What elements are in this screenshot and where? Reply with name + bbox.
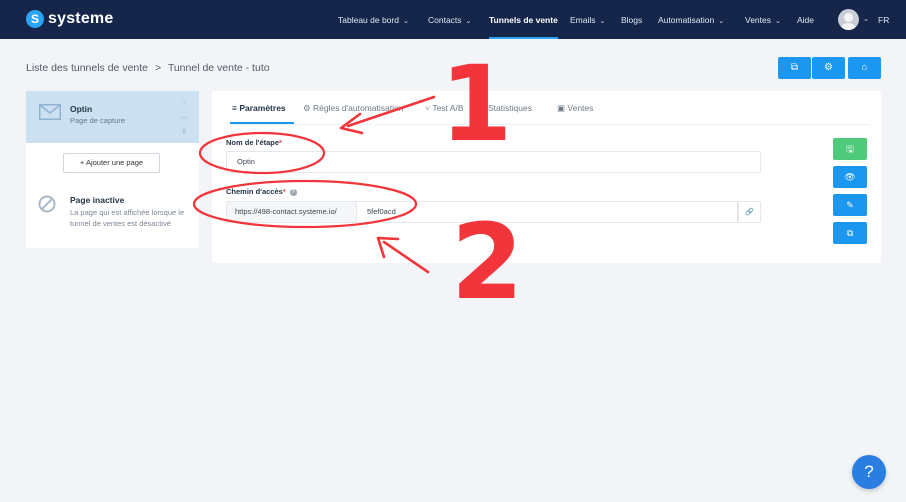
link-icon: 🔗	[745, 209, 754, 216]
chevron-down-icon: ⌄	[775, 18, 781, 25]
brand-logo[interactable]: S systeme	[26, 10, 113, 28]
preview-button[interactable]: 👁	[833, 166, 867, 188]
nav-label: Aide	[797, 15, 815, 25]
breadcrumb-separator: >	[154, 62, 162, 74]
nav-label: Emails	[570, 15, 596, 25]
tunnel-settings-button[interactable]: ⚙	[812, 57, 845, 79]
nav-label: Ventes	[745, 15, 771, 25]
nav-tableau-de-bord[interactable]: Tableau de bord ⌄	[338, 0, 409, 39]
save-button[interactable]: 🖫	[833, 138, 867, 160]
active-tab-indicator	[230, 122, 294, 124]
chevron-down-icon: ⌄	[599, 18, 606, 25]
nav-contacts[interactable]: Contacts ⌄	[428, 0, 471, 39]
label-text: Nom de l'étape	[226, 138, 280, 147]
user-avatar[interactable]	[838, 9, 859, 30]
ban-icon	[38, 195, 56, 213]
chevron-down-icon[interactable]: ⌄	[863, 0, 869, 40]
help-icon[interactable]: ?	[289, 189, 297, 196]
nav-tunnels-de-vente[interactable]: Tunnels de vente	[489, 0, 558, 39]
tab-label: Ventes	[567, 103, 594, 113]
step-settings-panel: ≡ Paramètres ⚙ Règles d'automatisation ⑂…	[212, 91, 881, 263]
nav-emails[interactable]: Emails ⌄	[570, 0, 605, 39]
tab-label: Règles d'automatisation	[313, 103, 404, 113]
tabs-divider	[230, 124, 870, 125]
link-icon[interactable]: ⚯	[180, 115, 188, 123]
path-domain-prefix: https://498-contact.systeme.io/	[226, 201, 357, 223]
step-name-label: Nom de l'étape*	[226, 138, 282, 147]
language-selector[interactable]: FR	[878, 0, 889, 40]
external-link-icon: ⧉	[790, 62, 799, 73]
duplicate-button[interactable]: ⧉	[833, 222, 867, 244]
inactive-page-title[interactable]: Page inactive	[70, 195, 124, 205]
tab-ventes[interactable]: ▣ Ventes	[557, 103, 593, 114]
annotation-number-two: 2	[451, 201, 524, 323]
tab-parametres[interactable]: ≡ Paramètres	[232, 103, 286, 113]
step-subtitle: Page de capture	[70, 116, 126, 125]
help-icon[interactable]: ?	[180, 101, 188, 109]
nav-label: Automatisation	[658, 15, 715, 25]
nav-aide[interactable]: Aide	[797, 0, 814, 39]
chevron-down-icon: ⌄	[402, 18, 409, 25]
chevron-down-icon: ⌄	[465, 18, 472, 25]
required-mark: *	[282, 187, 286, 196]
trash-icon[interactable]: ▮	[180, 128, 188, 136]
step-card-optin[interactable]: Optin Page de capture ? ⚯ ▮	[26, 91, 199, 143]
gear-icon: ⚙	[824, 62, 833, 73]
copy-link-button[interactable]: 🔗	[738, 201, 761, 223]
path-label: Chemin d'accès*?	[226, 187, 297, 196]
tab-regles-automatisation[interactable]: ⚙ Règles d'automatisation	[303, 103, 403, 114]
copy-icon: ⧉	[846, 228, 854, 238]
split-icon: ⑂	[425, 103, 431, 113]
label-text: Chemin d'accès	[226, 187, 283, 196]
list-icon: ≡	[232, 103, 237, 113]
nav-automatisation[interactable]: Automatisation ⌄	[658, 0, 724, 39]
breadcrumb-parent-link[interactable]: Liste des tunnels de vente	[26, 62, 148, 74]
step-title: Optin	[70, 104, 93, 114]
annotation-number-one: 1	[440, 43, 513, 165]
help-chat-button[interactable]: ?	[852, 455, 886, 489]
required-mark: *	[279, 138, 282, 147]
breadcrumb: Liste des tunnels de vente > Tunnel de v…	[26, 62, 274, 74]
funnel-steps-panel: Optin Page de capture ? ⚯ ▮ + Ajouter un…	[26, 91, 199, 248]
add-page-button[interactable]: + Ajouter une page	[63, 153, 160, 173]
tab-label: Paramètres	[239, 103, 286, 113]
top-navbar: S systeme Tableau de bord ⌄ Contacts ⌄ Tun…	[0, 0, 906, 39]
chevron-down-icon: ⌄	[718, 18, 725, 25]
eye-icon: 👁	[844, 172, 856, 182]
save-icon: 🖫	[846, 144, 854, 154]
nav-label: Contacts	[428, 15, 462, 25]
shop-icon: ⌂	[861, 62, 868, 73]
inactive-page-description: La page qui est affichée lorsque le tunn…	[70, 208, 185, 228]
envelope-icon	[39, 104, 61, 120]
gears-icon: ⚙	[303, 103, 311, 113]
path-slug-input[interactable]: 5fef0acd	[357, 201, 738, 223]
nav-label: Blogs	[621, 15, 643, 25]
shop-button[interactable]: ⌂	[848, 57, 881, 79]
brand-name: systeme	[48, 10, 114, 27]
systeme-logo-icon: S	[26, 10, 44, 28]
nav-blogs[interactable]: Blogs	[621, 0, 642, 39]
money-icon: ▣	[557, 103, 566, 113]
edit-icon: ✎	[846, 200, 854, 210]
breadcrumb-current: Tunnel de vente - tuto	[167, 62, 270, 74]
active-nav-indicator	[489, 37, 558, 39]
nav-label: Tunnels de vente	[489, 15, 558, 25]
nav-label: Tableau de bord	[338, 15, 399, 25]
edit-page-button[interactable]: ✎	[833, 194, 867, 216]
open-tunnel-button[interactable]: ⧉	[778, 57, 811, 79]
nav-ventes[interactable]: Ventes ⌄	[745, 0, 781, 39]
